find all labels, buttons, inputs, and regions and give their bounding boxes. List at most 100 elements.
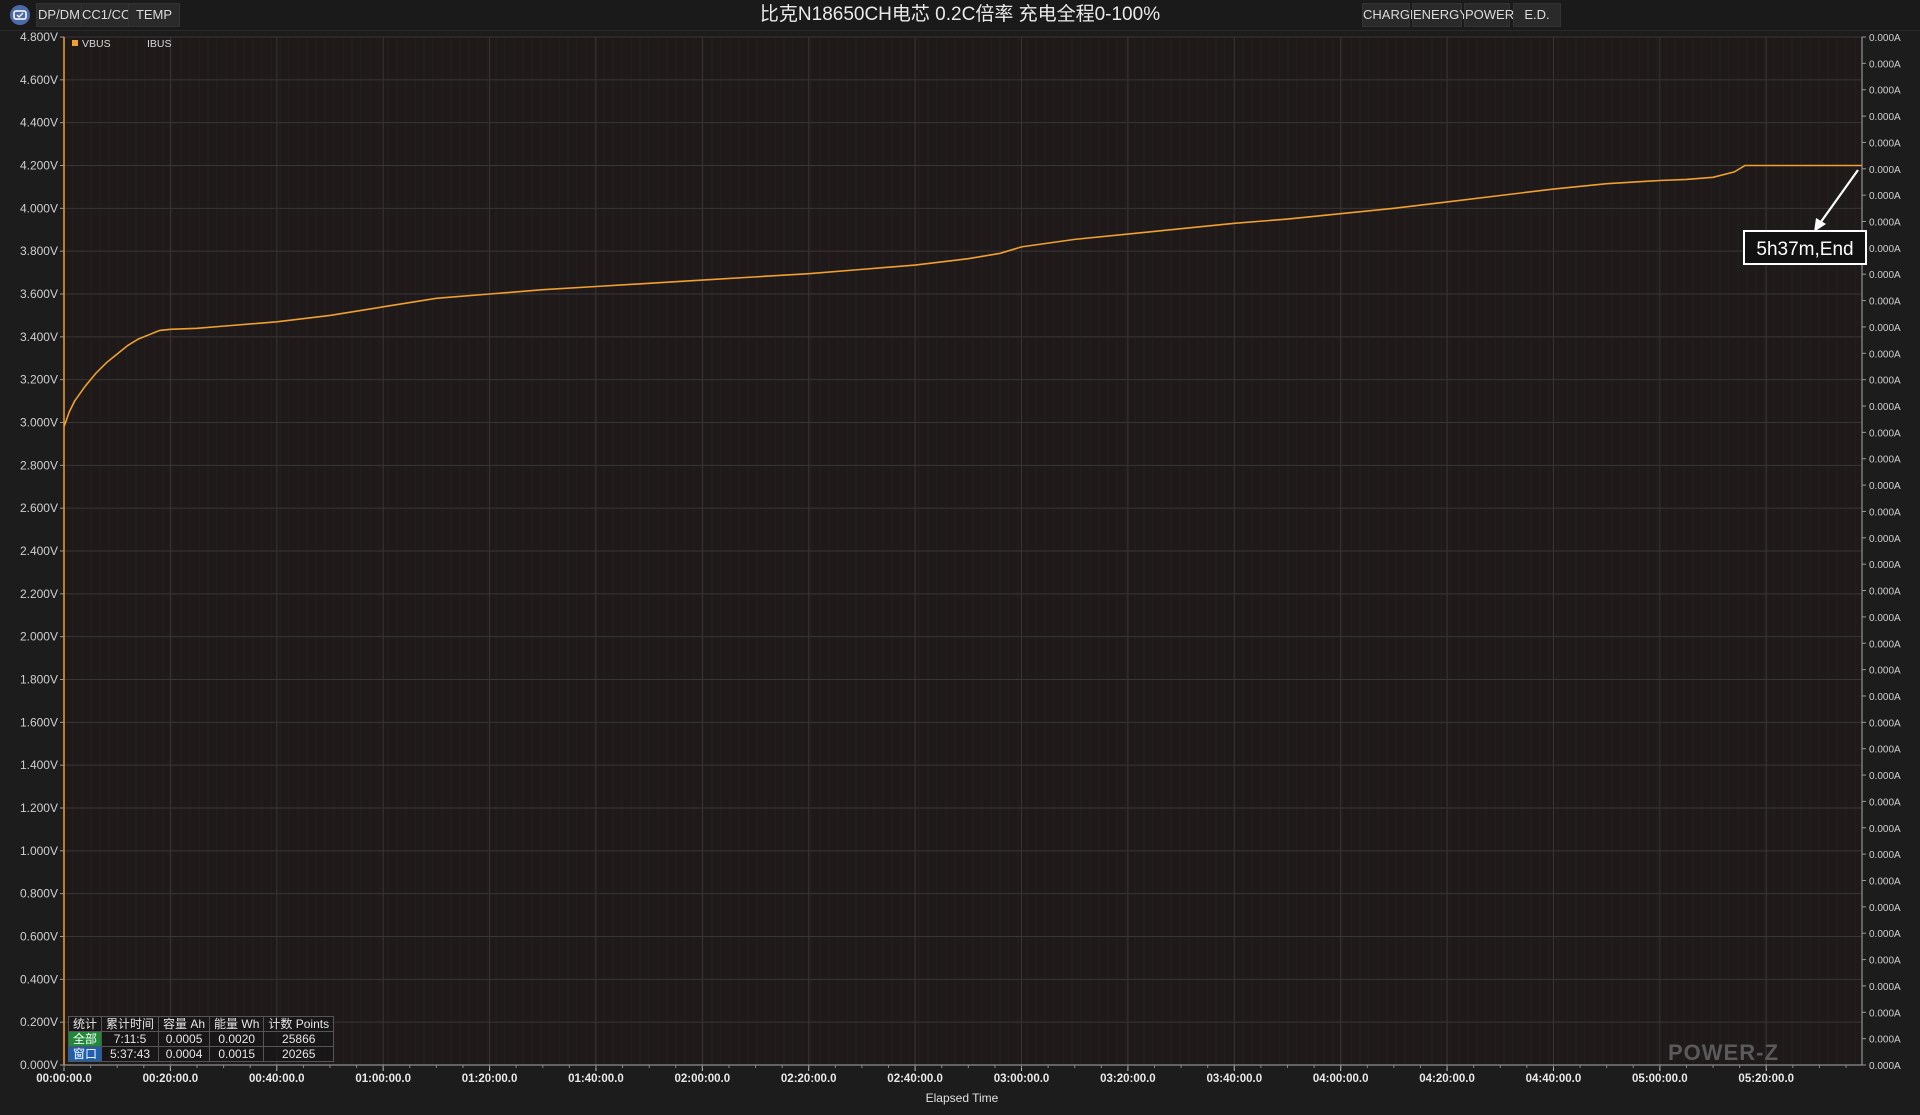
- y-right-tick-label: 0.000A: [1869, 587, 1901, 598]
- annotation-text: 5h37m,End: [1756, 239, 1853, 260]
- x-tick-label: 00:00:00.0: [36, 1073, 92, 1085]
- stats-row-all: 全部 7:11:5 0.0005 0.0020 25866: [67, 1031, 335, 1047]
- y-right-tick-label: 0.000A: [1869, 666, 1901, 677]
- stats-tag-window: 窗口: [67, 1046, 103, 1062]
- y-tick-label: 4.400V: [20, 116, 58, 130]
- y-right-tick-label: 0.000A: [1869, 297, 1901, 308]
- x-tick-label: 04:40:00.0: [1526, 1073, 1582, 1085]
- stats-cell: 20265: [263, 1046, 335, 1062]
- stats-cell: 0.0005: [158, 1031, 211, 1047]
- y-tick-label: 1.400V: [20, 758, 58, 772]
- y-right-tick-label: 0.000A: [1869, 481, 1901, 492]
- x-tick-label: 02:40:00.0: [887, 1073, 943, 1085]
- x-tick-label: 01:40:00.0: [568, 1073, 624, 1085]
- y-right-tick-label: 0.000A: [1869, 692, 1901, 703]
- y-tick-label: 0.800V: [20, 887, 58, 901]
- stats-header-cell: 计数 Points: [263, 1016, 335, 1032]
- y-right-tick-label: 0.000A: [1869, 771, 1901, 782]
- y-tick-label: 4.000V: [20, 201, 58, 215]
- y-tick-label: 1.000V: [20, 844, 58, 858]
- y-tick-label: 4.600V: [20, 73, 58, 87]
- y-right-tick-label: 0.000A: [1869, 534, 1901, 545]
- x-tick-label: 05:20:00.0: [1738, 1073, 1794, 1085]
- y-right-tick-label: 0.000A: [1869, 402, 1901, 413]
- y-right-tick-label: 0.000A: [1869, 323, 1901, 334]
- y-tick-label: 3.400V: [20, 330, 58, 344]
- stats-cell: 5:37:43: [101, 1046, 160, 1062]
- legend-label-ibus: IBUS: [147, 38, 172, 50]
- stats-header-cell: 容量 Ah: [158, 1016, 211, 1032]
- y-right-tick-label: 0.000A: [1869, 745, 1901, 756]
- stats-cell: 7:11:5: [101, 1031, 160, 1047]
- stats-tag-all: 全部: [67, 1031, 103, 1047]
- stats-header-cell: 累计时间: [101, 1016, 160, 1032]
- y-right-tick-label: 0.000A: [1869, 86, 1901, 97]
- y-right-tick-label: 0.000A: [1869, 33, 1901, 44]
- stats-cell: 25866: [263, 1031, 335, 1047]
- x-axis-label: Elapsed Time: [926, 1091, 999, 1105]
- y-right-tick-label: 0.000A: [1869, 718, 1901, 729]
- stats-header-row: 统计 累计时间 容量 Ah 能量 Wh 计数 Points: [67, 1016, 335, 1032]
- y-tick-label: 2.600V: [20, 501, 58, 515]
- x-tick-label: 05:00:00.0: [1632, 1073, 1688, 1085]
- y-tick-label: 1.200V: [20, 801, 58, 815]
- y-tick-label: 1.800V: [20, 673, 58, 687]
- y-right-tick-label: 0.000A: [1869, 903, 1901, 914]
- y-tick-label: 3.200V: [20, 373, 58, 387]
- y-axis-right: 0.000A 0.000A 0.000A 0.000A 0.000A 0.000A 0.00…: [1862, 33, 1901, 1072]
- x-tick-label: 01:20:00.0: [462, 1073, 518, 1085]
- y-right-tick-label: 0.000A: [1869, 165, 1901, 176]
- y-right-tick-label: 0.000A: [1869, 824, 1901, 835]
- x-tick-label: 02:20:00.0: [781, 1073, 837, 1085]
- y-tick-label: 0.200V: [20, 1015, 58, 1029]
- y-tick-label: 3.000V: [20, 416, 58, 430]
- stats-cell: 0.0015: [209, 1046, 265, 1062]
- y-right-tick-label: 0.000A: [1869, 455, 1901, 466]
- y-tick-label: 2.000V: [20, 630, 58, 644]
- y-right-tick-label: 0.000A: [1869, 428, 1901, 439]
- y-tick-label: 2.200V: [20, 587, 58, 601]
- y-tick-label: 2.400V: [20, 544, 58, 558]
- y-right-tick-label: 0.000A: [1869, 244, 1901, 255]
- y-right-tick-label: 0.000A: [1869, 560, 1901, 571]
- y-right-tick-label: 0.000A: [1869, 112, 1901, 123]
- x-tick-label: 01:00:00.0: [355, 1073, 411, 1085]
- y-right-tick-label: 0.000A: [1869, 507, 1901, 518]
- stats-row-window: 窗口 5:37:43 0.0004 0.0015 20265: [67, 1046, 335, 1062]
- y-right-tick-label: 0.000A: [1869, 982, 1901, 993]
- y-right-tick-label: 0.000A: [1869, 1035, 1901, 1046]
- y-right-tick-label: 0.000A: [1869, 1008, 1901, 1019]
- stats-header-cell: 能量 Wh: [209, 1016, 265, 1032]
- y-tick-label: 1.600V: [20, 715, 58, 729]
- y-right-tick-label: 0.000A: [1869, 270, 1901, 281]
- y-right-tick-label: 0.000A: [1869, 929, 1901, 940]
- x-tick-label: 00:40:00.0: [249, 1073, 305, 1085]
- y-tick-label: 0.400V: [20, 972, 58, 986]
- y-tick-label: 4.800V: [20, 30, 58, 44]
- y-right-tick-label: 0.000A: [1869, 639, 1901, 650]
- y-right-tick-label: 0.000A: [1869, 218, 1901, 229]
- x-tick-label: 04:00:00.0: [1313, 1073, 1369, 1085]
- y-tick-label: 3.800V: [20, 244, 58, 258]
- y-tick-label: 4.200V: [20, 159, 58, 173]
- stats-cell: 0.0020: [209, 1031, 265, 1047]
- y-tick-label: 0.000V: [20, 1058, 58, 1072]
- y-right-tick-label: 0.000A: [1869, 349, 1901, 360]
- y-right-tick-label: 0.000A: [1869, 797, 1901, 808]
- stats-cell: 0.0004: [158, 1046, 211, 1062]
- y-tick-label: 3.600V: [20, 287, 58, 301]
- y-right-tick-label: 0.000A: [1869, 59, 1901, 70]
- chart[interactable]: 0.000V 0.200V 0.400V 0.600V 0.800V 1.000V 1.20…: [0, 0, 1920, 1115]
- y-right-tick-label: 0.000A: [1869, 850, 1901, 861]
- y-right-tick-label: 0.000A: [1869, 613, 1901, 624]
- x-tick-label: 03:00:00.0: [994, 1073, 1050, 1085]
- y-right-tick-label: 0.000A: [1869, 138, 1901, 149]
- x-tick-label: 00:20:00.0: [143, 1073, 199, 1085]
- y-right-tick-label: 0.000A: [1869, 1061, 1901, 1072]
- y-axis-left: 0.000V 0.200V 0.400V 0.600V 0.800V 1.000V 1.20…: [20, 30, 64, 1072]
- y-right-tick-label: 0.000A: [1869, 956, 1901, 967]
- y-right-tick-label: 0.000A: [1869, 376, 1901, 387]
- x-axis: 00:00:00.0 00:20:00.0 00:40:00.0 01:00:00.0…: [36, 1065, 1847, 1085]
- x-tick-label: 03:40:00.0: [1206, 1073, 1262, 1085]
- y-tick-label: 2.800V: [20, 458, 58, 472]
